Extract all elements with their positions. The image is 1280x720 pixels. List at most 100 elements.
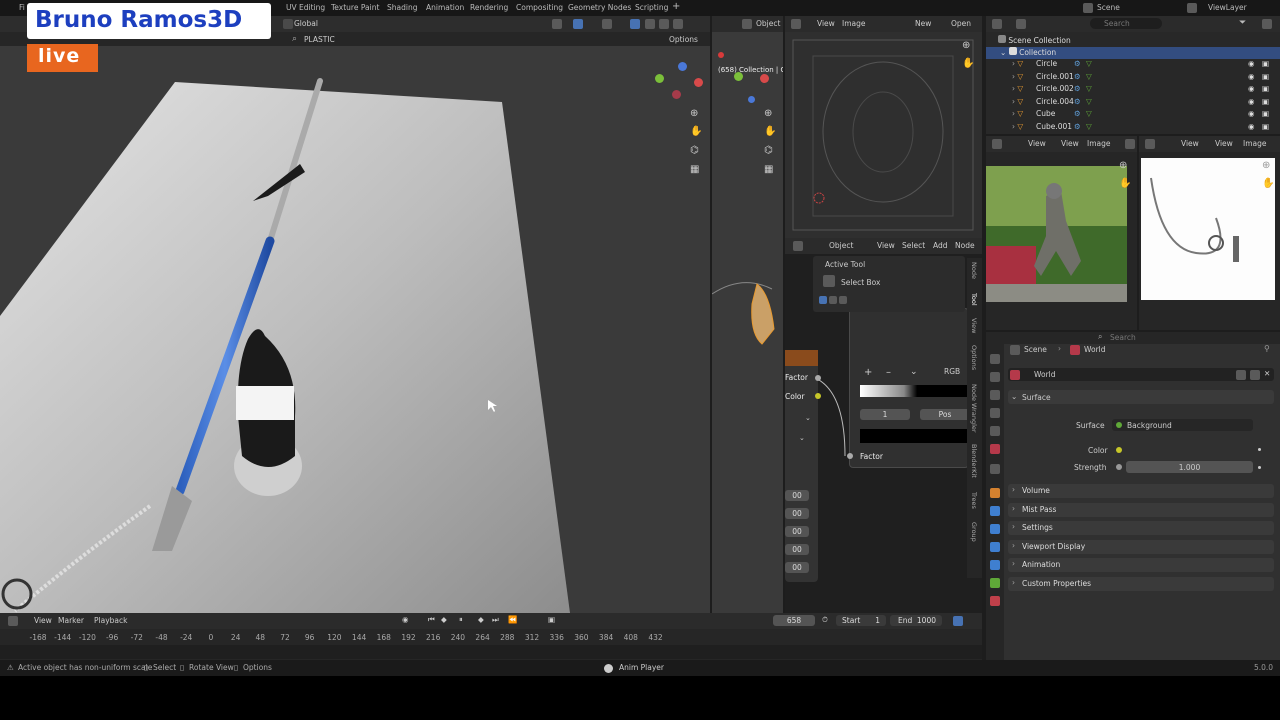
tab-compositing[interactable]: Compositing	[516, 3, 563, 12]
panel-chevron-icon[interactable]: ›	[1012, 522, 1015, 531]
shading-solid-icon[interactable]	[645, 19, 655, 29]
viewport-3d[interactable]: Global ⌕ PLASTIC Options ⊕ ✋ ⌬ ▦	[0, 16, 710, 613]
select-mode-new-icon[interactable]	[819, 296, 827, 304]
material-filter-input[interactable]: PLASTIC	[304, 35, 335, 44]
expand-chevron-icon[interactable]: ›	[1012, 59, 1015, 68]
viewer-right-type-icon[interactable]	[1145, 139, 1155, 149]
breadcrumb-scene[interactable]: Scene	[1024, 345, 1047, 354]
viewlayer-selector[interactable]: ViewLayer	[1208, 3, 1247, 12]
zoom-icon[interactable]: ⊕	[690, 108, 698, 119]
viewport2-pan-icon[interactable]: ✋	[764, 126, 776, 137]
select-mode-subtract-icon[interactable]	[839, 296, 847, 304]
overlay-toggle-icon[interactable]	[573, 19, 583, 29]
tab-scripting[interactable]: Scripting	[635, 3, 668, 12]
timeline[interactable]: View Marker Playback ◉ ⏮ ◆ ⏸ ◆ ⏭ ⏪ ▣ 658…	[0, 613, 982, 660]
ramp-add-button[interactable]: +	[864, 367, 872, 378]
scene-selector[interactable]: Scene	[1097, 3, 1120, 12]
panel-chevron-icon[interactable]: ›	[1012, 485, 1015, 494]
ramp-remove-button[interactable]: –	[886, 367, 891, 378]
expand-chevron-icon[interactable]: ›	[1012, 72, 1015, 81]
render-camera-icon[interactable]: ▣	[1262, 72, 1269, 81]
scene-tab-icon[interactable]	[990, 426, 1000, 436]
side-tab-node[interactable]: Node	[970, 262, 978, 279]
viewer-right-image-menu[interactable]: Image	[1243, 139, 1267, 148]
anim-player-job[interactable]: Anim Player	[619, 663, 664, 672]
surface-chevron-icon[interactable]: ⌄	[1011, 392, 1017, 401]
output-tab-icon[interactable]	[990, 390, 1000, 400]
outliner-object-row[interactable]: › ▽ Circle.004 ⚙ ▽ ◉ ▣	[1012, 97, 1278, 109]
render-camera-icon[interactable]: ▣	[1262, 97, 1269, 106]
physics-tab-icon[interactable]	[990, 542, 1000, 552]
modifier-tab-icon[interactable]	[990, 506, 1000, 516]
perspective-grid-icon[interactable]: ▦	[690, 164, 699, 175]
breadcrumb-world[interactable]: World	[1084, 345, 1106, 354]
node-editor[interactable]: Object View Select Add Node Factor Color…	[785, 238, 982, 613]
visibility-eye-icon[interactable]: ◉	[1248, 97, 1255, 106]
anim-player-close-icon[interactable]	[604, 664, 613, 673]
left-value-2[interactable]: 00	[785, 508, 809, 519]
gizmo2-neg-z[interactable]	[748, 96, 755, 103]
image-viewer-left[interactable]: View View Image	[986, 136, 1137, 330]
collapsed-panel-header[interactable]: › Animation	[1008, 558, 1274, 572]
viewport2-camera-icon[interactable]: ⌬	[764, 145, 773, 156]
side-tab-group[interactable]: Group	[970, 522, 978, 542]
viewport-secondary[interactable]: Object (658) Collection | C ⊕ ✋ ⌬ ▦	[712, 16, 783, 613]
render-camera-icon[interactable]: ▣	[1262, 84, 1269, 93]
tab-animation[interactable]: Animation	[426, 3, 464, 12]
side-tab-options[interactable]: Options	[970, 345, 978, 370]
data-tab-icon[interactable]	[990, 578, 1000, 588]
editor-type-icon[interactable]	[791, 19, 801, 29]
surface-panel-header[interactable]: ⌄ Surface	[1008, 390, 1274, 404]
pin-icon[interactable]: ⚲	[1264, 344, 1270, 353]
outliner-search-input[interactable]: Search	[1090, 18, 1162, 29]
collection-expand-chevron-icon[interactable]: ⌄	[1000, 48, 1006, 57]
left-value-5[interactable]: 00	[785, 562, 809, 573]
image-image-menu[interactable]: Image	[842, 19, 866, 28]
shading-rendered-icon[interactable]	[673, 19, 683, 29]
render-camera-icon[interactable]: ▣	[1262, 109, 1269, 118]
expand-chevron-icon[interactable]: ›	[1012, 97, 1015, 106]
gizmo-x-axis[interactable]	[694, 78, 703, 87]
collection-tab-icon[interactable]	[990, 464, 1000, 474]
gizmo-toggle-icon[interactable]	[552, 19, 562, 29]
particles-tab-icon[interactable]	[990, 524, 1000, 534]
collapsed-panel-header[interactable]: › Volume	[1008, 484, 1274, 498]
outliner[interactable]: Search ⏷ Scene Collection ⌄ Collection ›…	[986, 16, 1280, 134]
duplicate-icon[interactable]	[1250, 370, 1260, 380]
tool-tab-icon[interactable]	[990, 354, 1000, 364]
viewport-options-button[interactable]: Options	[669, 35, 698, 44]
orientation-dropdown[interactable]: Global	[294, 19, 318, 28]
world-datablock-selector[interactable]: World ✕	[1008, 368, 1274, 381]
collapsed-panel-header[interactable]: › Viewport Display	[1008, 539, 1274, 554]
render-tab-icon[interactable]	[990, 372, 1000, 382]
node-node-menu[interactable]: Node	[955, 241, 975, 250]
outliner-object-row[interactable]: › ▽ Cube ⚙ ▽ ◉ ▣	[1012, 109, 1278, 121]
gizmo-y-axis[interactable]	[655, 74, 664, 83]
navigation-gizmo[interactable]	[651, 60, 703, 112]
tab-shading[interactable]: Shading	[387, 3, 417, 12]
view-layer-tab-icon[interactable]	[990, 408, 1000, 418]
visibility-eye-icon[interactable]: ◉	[1248, 109, 1255, 118]
color-socket-icon[interactable]	[1116, 447, 1122, 453]
viewport2-zoom-icon[interactable]: ⊕	[764, 108, 772, 119]
side-tab-tool[interactable]: Tool	[970, 293, 978, 306]
fake-user-icon[interactable]	[1236, 370, 1246, 380]
color-keyframe-icon[interactable]	[1258, 448, 1261, 451]
viewer-right-view-mode[interactable]: View	[1181, 139, 1199, 148]
left-value-1[interactable]: 00	[785, 490, 809, 501]
node-select-menu[interactable]: Select	[902, 241, 925, 250]
node-left-partial[interactable]: Factor Color ⌄ ⌄ 00 00 00 00 00	[785, 350, 818, 582]
outliner-scene-collection[interactable]: Scene Collection	[998, 35, 1071, 47]
visibility-eye-icon[interactable]: ◉	[1248, 122, 1255, 131]
node-object-mode[interactable]: Object	[829, 241, 853, 250]
uv-pan-icon[interactable]: ✋	[962, 58, 974, 69]
outliner-collection-row[interactable]: ⌄ Collection	[986, 47, 1280, 59]
material-tab-icon[interactable]	[990, 596, 1000, 606]
panel-chevron-icon[interactable]: ›	[1012, 559, 1015, 568]
viewer-left-view-menu[interactable]: View	[1061, 139, 1079, 148]
color-ramp-node[interactable]: + – ⌄ RGB 1 Pos Factor	[849, 308, 970, 468]
viewer-right-view-menu[interactable]: View	[1215, 139, 1233, 148]
outliner-type-icon[interactable]	[992, 19, 1002, 29]
shading-wireframe-icon[interactable]	[630, 19, 640, 29]
ramp-pos-field[interactable]: Pos	[920, 409, 970, 420]
